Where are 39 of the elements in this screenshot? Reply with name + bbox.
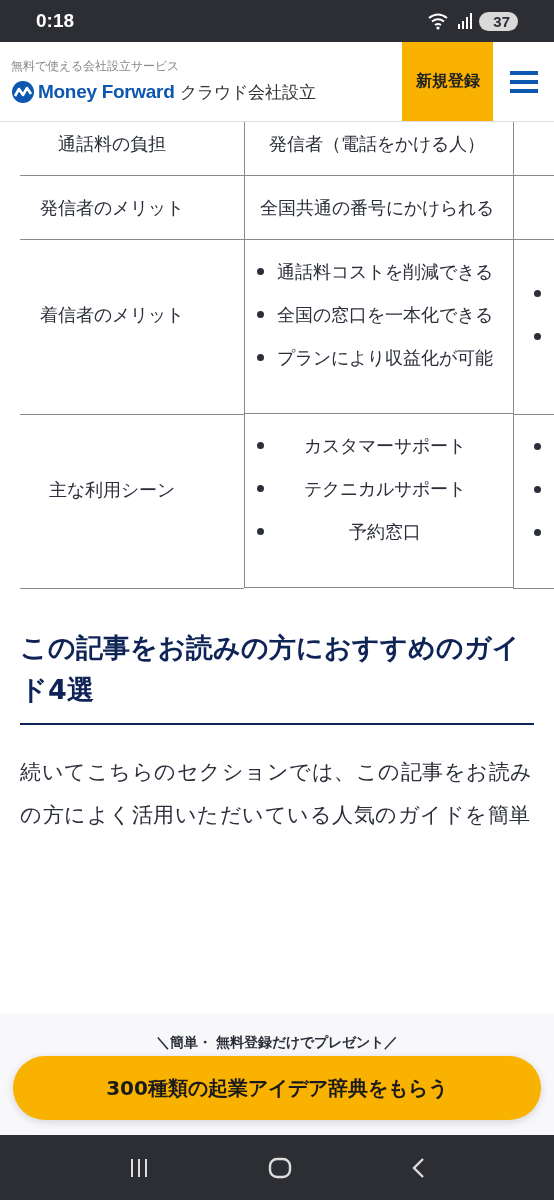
menu-icon[interactable] [510,70,538,93]
bullet-icon [257,268,264,275]
bullet-icon [257,311,264,318]
bullet-icon [533,485,541,493]
bullet-icon [257,528,264,535]
paragraph: 続いてこちらのセクションでは、この記事をお読みの方によく活用いただいている人気のガイドを簡単 [20,758,534,829]
bullet-icon [257,485,264,492]
home-icon[interactable] [268,1156,292,1179]
bullet-icon [533,289,541,297]
cta-button[interactable]: 300種類の起業アイデア辞典をもらう [13,1056,541,1120]
product-name: クラウド会社設立 [179,80,316,104]
logo-icon [11,80,35,104]
register-button[interactable]: 新規登録 [402,42,493,121]
list-item: 予約窓口 [348,520,423,544]
brand-name: Money Forward [38,81,175,103]
table-cell-text: 主な利用シーン [49,477,175,502]
back-icon[interactable] [410,1156,425,1179]
bullet-icon [257,442,264,449]
list-item: プランにより収益化が可能 [276,346,495,370]
tagline: 無料で使える会社設立サービス [11,59,180,74]
table-cell-text: 発信者のメリット [39,196,184,220]
list-item: カスタマーサポート [303,434,468,458]
bullet-icon [533,332,541,340]
clock-time: 0:18 [36,10,75,32]
bullet-icon [533,442,541,450]
table-cell-text: 発信者（電話をかける人） [268,132,485,156]
signal-icon [457,13,474,29]
battery-indicator: 37 [479,11,518,31]
table-cell-text: 全国共通の番号にかけられる [259,196,494,220]
cta-caption: ＼簡単・ 無料登録だけでプレゼント／ [155,1034,399,1052]
list-item: 通話料コストを削減できる [276,260,495,284]
section-heading: この記事をお読みの方におすすめのガイド4選 [20,626,534,725]
table-cell-text: 通話料の負担 [57,132,166,156]
table-cell-text: 着信者のメリット [40,303,184,328]
list-item: テクニカルサポート [303,477,468,501]
bullet-icon [257,354,264,361]
bullet-icon [533,528,541,536]
list-item: 全国の窓口を一本化できる [276,303,495,327]
recents-icon[interactable] [129,1157,150,1178]
